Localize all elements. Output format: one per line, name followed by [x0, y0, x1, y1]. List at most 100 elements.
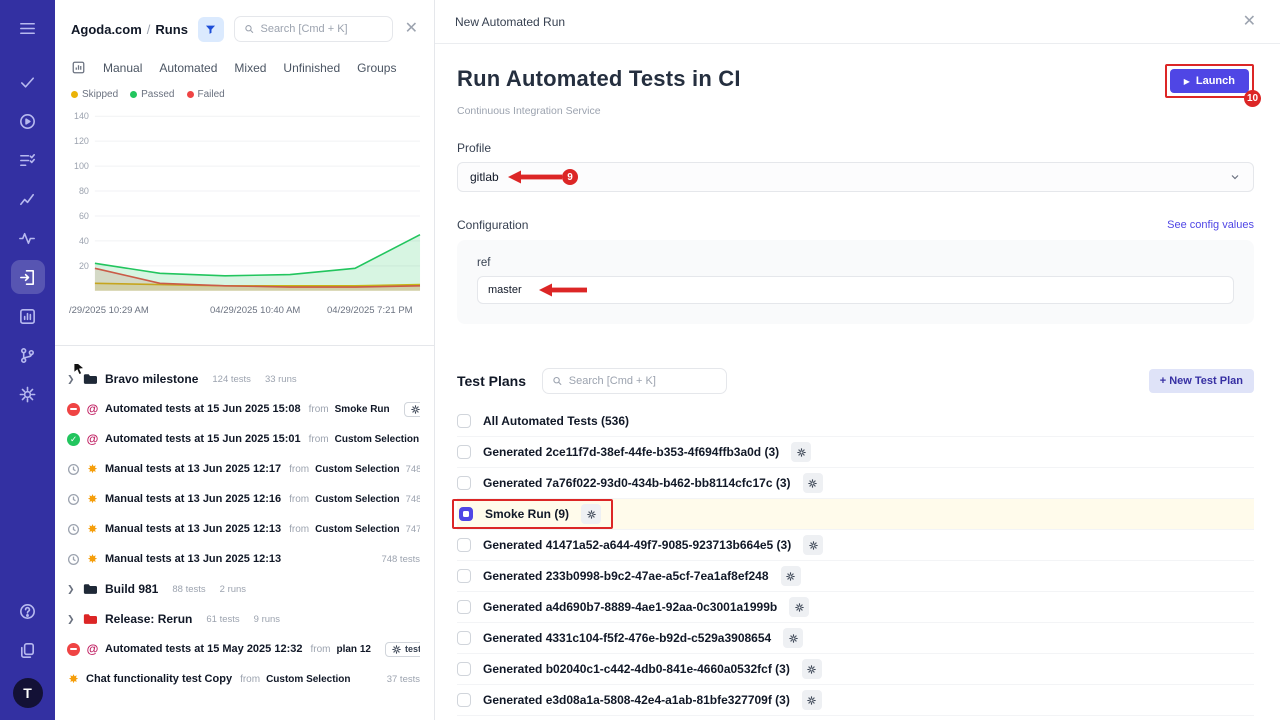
- branch-icon[interactable]: [11, 338, 45, 372]
- test-plan-row[interactable]: Generated 83715b93-6c1e-4663-9417-ef23a4…: [457, 716, 1254, 720]
- new-test-plan-button[interactable]: + New Test Plan: [1149, 369, 1254, 393]
- plans-search-input[interactable]: [569, 375, 717, 387]
- plan-settings-button[interactable]: [802, 690, 822, 710]
- from-value: Custom Selection: [315, 464, 399, 475]
- plan-checkbox[interactable]: [457, 538, 471, 552]
- x-axis-label: /29/2025 10:29 AM: [69, 305, 149, 316]
- run-tests-count: 748 tests: [406, 494, 420, 505]
- report-icon[interactable]: [11, 299, 45, 333]
- legend-dot: [71, 91, 78, 98]
- test-plan-row[interactable]: Generated 2ce11f7d-38ef-44fe-b353-4f694f…: [457, 437, 1254, 468]
- run-title: Automated tests at 15 Jun 2025 15:01: [105, 433, 301, 445]
- plan-checkbox[interactable]: [457, 662, 471, 676]
- plan-checkbox[interactable]: [457, 445, 471, 459]
- folder-name: Build 981: [105, 582, 158, 596]
- tree-run-row[interactable]: ✸Chat functionality test CopyfromCustom …: [67, 664, 420, 694]
- test-plan-row[interactable]: Generated e3d08a1a-5808-42e4-a1ab-81bfe3…: [457, 685, 1254, 716]
- passed-status-icon: [67, 433, 80, 446]
- profile-select[interactable]: gitlab 9: [457, 162, 1254, 192]
- plan-name: Generated 4331c104-f5f2-476e-b92d-c529a3…: [483, 631, 771, 645]
- check-icon[interactable]: [11, 65, 45, 99]
- import-icon[interactable]: [11, 260, 45, 294]
- test-plan-row[interactable]: Generated 233b0998-b9c2-47ae-a5cf-7ea1af…: [457, 561, 1254, 592]
- run-tests-count: 37 tests: [387, 674, 420, 685]
- ref-input[interactable]: [477, 276, 1234, 304]
- plan-checkbox[interactable]: [457, 693, 471, 707]
- plan-settings-button[interactable]: [803, 473, 823, 493]
- tree-run-row[interactable]: @Automated tests at 15 May 2025 12:32fro…: [67, 634, 420, 664]
- help-icon[interactable]: [11, 594, 45, 628]
- test-plan-row[interactable]: Generated 7a76f022-93d0-434b-b462-bb8114…: [457, 468, 1254, 499]
- plan-checkbox[interactable]: [457, 600, 471, 614]
- tab-unfinished[interactable]: Unfinished: [283, 61, 340, 75]
- from-value: Smoke Run: [335, 404, 390, 415]
- tree-run-row[interactable]: ✸Manual tests at 13 Jun 2025 12:16fromCu…: [67, 484, 420, 514]
- play-circle-icon[interactable]: [11, 104, 45, 138]
- profile-label: Profile: [457, 141, 1254, 155]
- test-plan-row[interactable]: Generated 41471a52-a644-49f7-9085-923713…: [457, 530, 1254, 561]
- plan-checkbox[interactable]: [457, 569, 471, 583]
- plan-checkbox[interactable]: [457, 631, 471, 645]
- folder-tests-count: 88 tests: [172, 584, 205, 595]
- trend-icon[interactable]: [11, 182, 45, 216]
- plan-settings-button[interactable]: [791, 442, 811, 462]
- launch-button[interactable]: ▶ Launch: [1170, 69, 1249, 93]
- tree-folder-row[interactable]: ❯Release: Rerun61 tests9 runs: [67, 604, 420, 634]
- plan-name: All Automated Tests (536): [483, 414, 629, 428]
- tab-mixed[interactable]: Mixed: [234, 61, 266, 75]
- test-plan-row[interactable]: Generated a4d690b7-8889-4ae1-92aa-0c3001…: [457, 592, 1254, 623]
- tree-run-row[interactable]: @Automated tests at 15 Jun 2025 15:08fro…: [67, 394, 420, 424]
- breadcrumb-project[interactable]: Agoda.com: [71, 22, 142, 37]
- see-config-values-link[interactable]: See config values: [1167, 219, 1254, 231]
- folder-tests-count: 124 tests: [212, 374, 251, 385]
- plan-checkbox[interactable]: [459, 507, 473, 521]
- tab-groups[interactable]: Groups: [357, 61, 396, 75]
- tab-manual[interactable]: Manual: [103, 61, 142, 75]
- tree-run-row[interactable]: ✸Manual tests at 13 Jun 2025 12:13748 te…: [67, 544, 420, 574]
- run-list-icon[interactable]: [11, 143, 45, 177]
- runs-panel-close-button[interactable]: ✕: [401, 19, 422, 39]
- plan-settings-button[interactable]: [581, 504, 601, 524]
- plan-checkbox[interactable]: [457, 476, 471, 490]
- test-plan-row[interactable]: Generated 4331c104-f5f2-476e-b92d-c529a3…: [457, 623, 1254, 654]
- annotation-arrow-ref: [539, 283, 589, 297]
- runs-view-icon[interactable]: [71, 60, 86, 75]
- menu-icon[interactable]: [11, 11, 45, 45]
- tree-run-row[interactable]: @Automated tests at 15 Jun 2025 15:01fro…: [67, 424, 420, 454]
- avatar[interactable]: T: [13, 678, 43, 708]
- runs-search-input[interactable]: [260, 23, 382, 35]
- test-plan-row[interactable]: Smoke Run (9): [457, 499, 1254, 530]
- svg-text:40: 40: [79, 236, 89, 246]
- automated-run-icon: @: [86, 402, 99, 416]
- run-tests-count: 748 tests: [381, 554, 420, 565]
- plan-name: Smoke Run (9): [485, 507, 569, 521]
- plan-settings-button[interactable]: [781, 566, 801, 586]
- tab-automated[interactable]: Automated: [159, 61, 217, 75]
- run-type-badge[interactable]: test: [385, 642, 420, 657]
- test-plan-row[interactable]: All Automated Tests (536): [457, 406, 1254, 437]
- plan-checkbox[interactable]: [457, 414, 471, 428]
- activity-icon[interactable]: [11, 221, 45, 255]
- plan-settings-button[interactable]: [789, 597, 809, 617]
- runs-tree: ❯Bravo milestone124 tests33 runs@Automat…: [55, 346, 434, 694]
- test-plan-row[interactable]: Generated b02040c1-c442-4db0-841e-4660a0…: [457, 654, 1254, 685]
- breadcrumb-separator: /: [147, 22, 151, 37]
- tree-folder-row[interactable]: ❯Bravo milestone124 tests33 runs: [67, 364, 420, 394]
- runs-chart-area: 14012010080604020: [61, 104, 426, 305]
- plan-settings-button[interactable]: [803, 535, 823, 555]
- annotation-badge-9: 9: [562, 169, 578, 185]
- tree-run-row[interactable]: ✸Manual tests at 13 Jun 2025 12:13fromCu…: [67, 514, 420, 544]
- modal-close-button[interactable]: ✕: [1239, 12, 1260, 32]
- run-type-badge[interactable]: test: [404, 402, 420, 417]
- tree-run-row[interactable]: ✸Manual tests at 13 Jun 2025 12:17fromCu…: [67, 454, 420, 484]
- tree-folder-row[interactable]: ❯Build 98188 tests2 runs: [67, 574, 420, 604]
- from-label: from: [240, 674, 260, 685]
- docs-icon[interactable]: [11, 633, 45, 667]
- from-label: from: [289, 494, 309, 505]
- chart-legend: SkippedPassedFailed: [55, 81, 434, 102]
- gear-icon[interactable]: [11, 377, 45, 411]
- from-label: from: [310, 644, 330, 655]
- plan-settings-button[interactable]: [783, 628, 803, 648]
- plan-settings-button[interactable]: [802, 659, 822, 679]
- filter-button[interactable]: [198, 17, 224, 42]
